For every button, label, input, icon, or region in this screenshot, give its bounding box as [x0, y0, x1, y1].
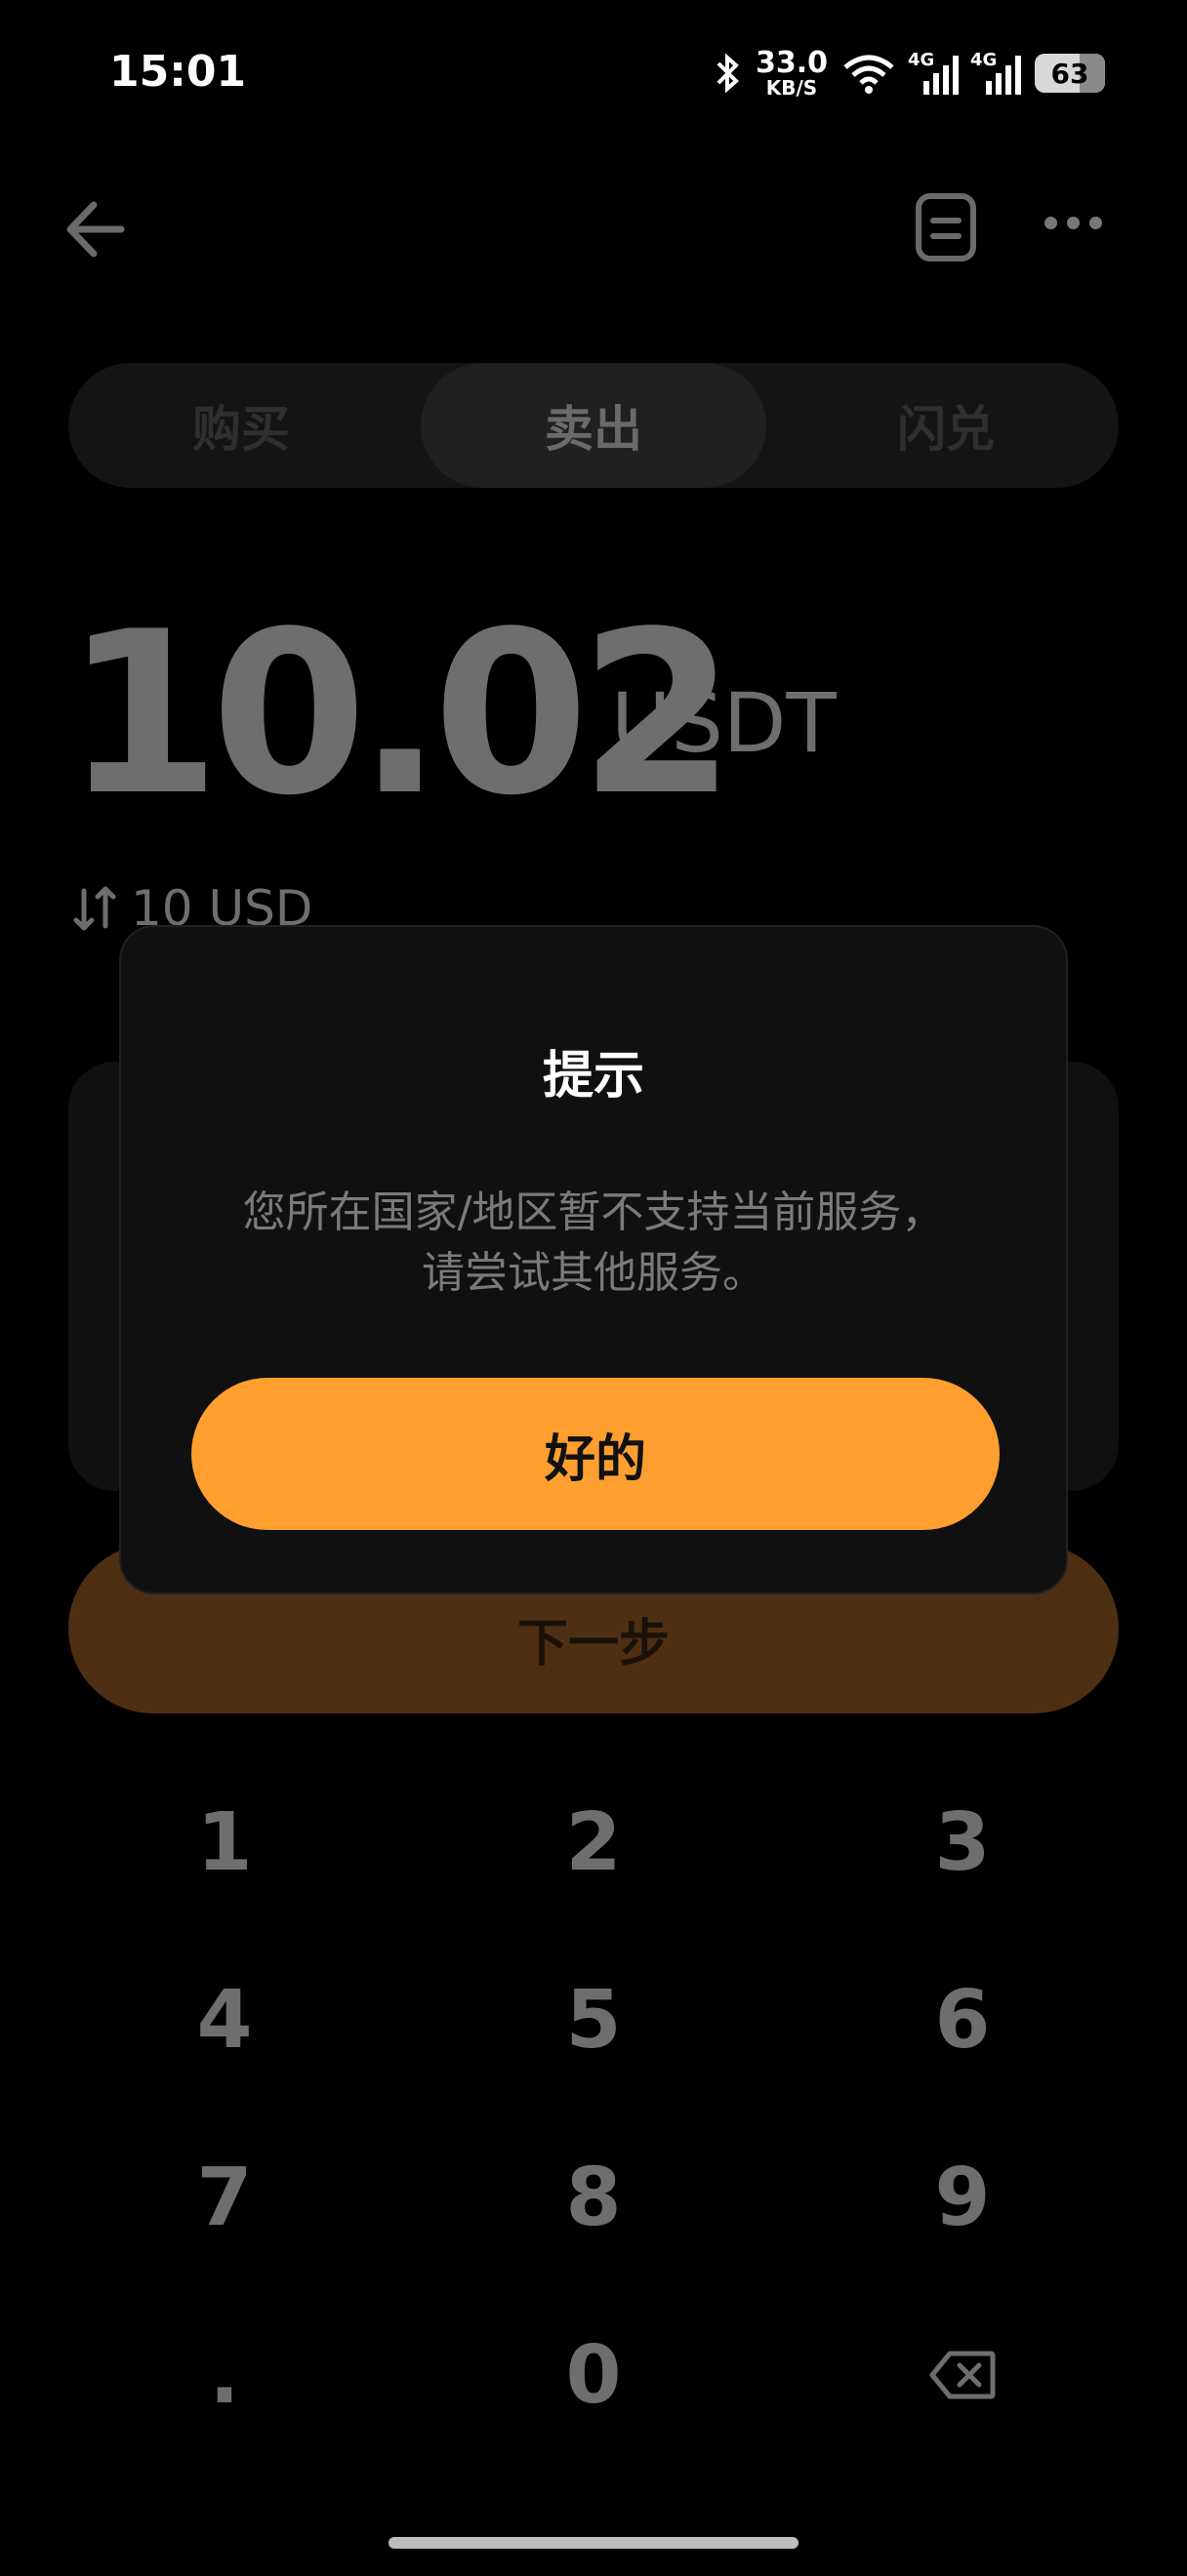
network-speed: 33.0 KB/S [755, 46, 828, 100]
tab-sell[interactable]: 卖出 [421, 363, 766, 488]
key-backspace[interactable] [777, 2297, 1148, 2453]
key-7[interactable]: 7 [39, 2119, 410, 2275]
amount-unit: USDT [611, 675, 837, 771]
key-4[interactable]: 4 [39, 1942, 410, 2098]
key-6[interactable]: 6 [777, 1942, 1148, 2098]
back-arrow-icon[interactable] [61, 195, 129, 263]
dialog-ok-button[interactable]: 好的 [191, 1378, 1000, 1530]
more-options-icon[interactable] [1044, 217, 1102, 229]
trade-tabs: 购买 卖出 闪兑 [68, 363, 1119, 488]
bluetooth-icon [716, 53, 739, 94]
tab-buy[interactable]: 购买 [68, 363, 414, 488]
status-time: 15:01 [109, 47, 247, 97]
key-8[interactable]: 8 [408, 2119, 779, 2275]
key-9[interactable]: 9 [777, 2119, 1148, 2275]
signal-icon-2: 4G [970, 50, 1021, 95]
status-icons: 33.0 KB/S 4G 4G 63 [715, 49, 1105, 98]
alert-dialog: 提示 您所在国家/地区暂不支持当前服务，请尝试其他服务。 好的 [119, 925, 1068, 1594]
dialog-message: 您所在国家/地区暂不支持当前服务，请尝试其他服务。 [242, 1187, 945, 1298]
key-5[interactable]: 5 [408, 1942, 779, 2098]
key-2[interactable]: 2 [408, 1764, 779, 1920]
key-0[interactable]: 0 [408, 2297, 779, 2453]
dialog-title: 提示 [542, 1047, 644, 1106]
key-1[interactable]: 1 [39, 1764, 410, 1920]
swap-arrows-icon [73, 886, 116, 931]
key-dot[interactable]: . [39, 2297, 410, 2453]
signal-icon-1: 4G [908, 50, 959, 95]
home-indicator[interactable] [389, 2537, 798, 2549]
backspace-icon [929, 2351, 996, 2399]
wifi-icon [843, 55, 894, 94]
battery-icon: 63 [1035, 54, 1105, 93]
key-3[interactable]: 3 [777, 1764, 1148, 1920]
order-history-icon[interactable] [914, 191, 978, 263]
tab-swap[interactable]: 闪兑 [773, 363, 1119, 488]
